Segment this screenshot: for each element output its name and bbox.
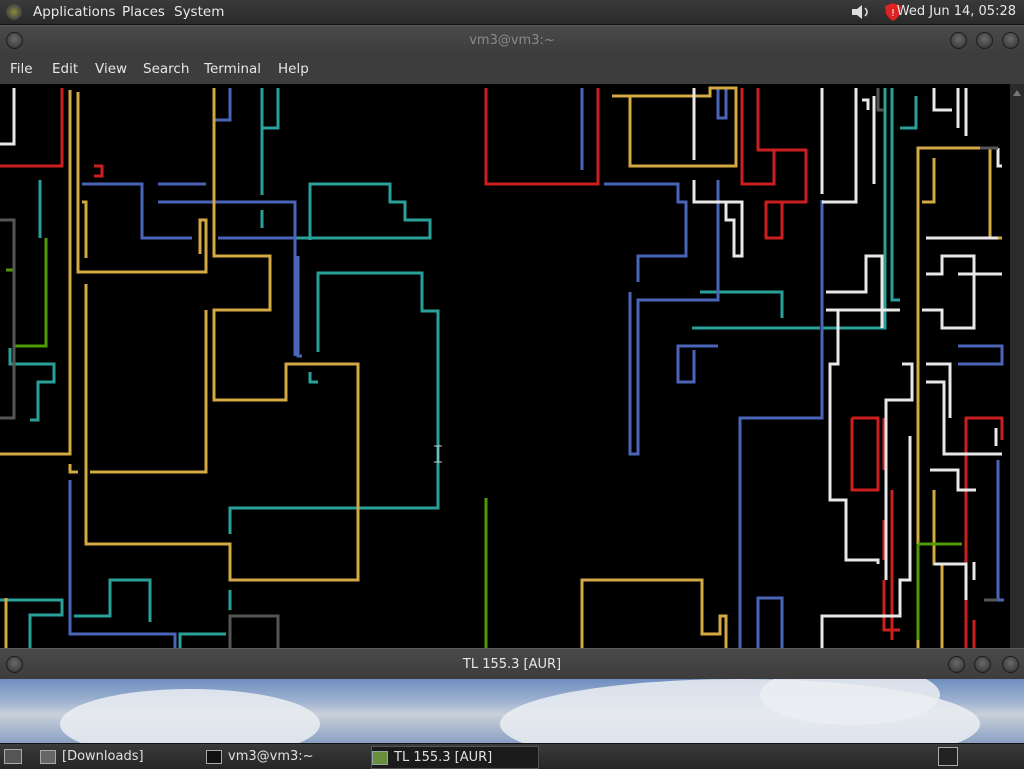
menu-system[interactable]: System <box>174 0 224 24</box>
minimize-button[interactable] <box>950 32 967 49</box>
workspace-switcher-icon[interactable] <box>938 747 958 766</box>
task-downloads-label: [Downloads] <box>62 749 144 764</box>
scroll-up-arrow-icon[interactable] <box>1013 90 1021 96</box>
second-close-button[interactable] <box>1002 656 1019 673</box>
blue-pipes <box>68 88 1004 648</box>
white-pipes <box>0 88 1002 648</box>
task-terminal-label: vm3@vm3:~ <box>228 749 314 764</box>
menu-places[interactable]: Places <box>122 0 165 24</box>
menu-edit[interactable]: Edit <box>52 54 78 84</box>
terminal-title: vm3@vm3:~ <box>469 33 555 48</box>
distro-logo-icon[interactable] <box>6 4 22 20</box>
terminal-scrollbar[interactable] <box>1010 84 1024 648</box>
top-panel: Applications Places System ! Wed Jun 14,… <box>0 0 1024 25</box>
menu-search[interactable]: Search <box>143 54 189 84</box>
teal-pipes <box>0 88 918 648</box>
volume-icon[interactable] <box>850 3 872 21</box>
second-maximize-button[interactable] <box>974 656 991 673</box>
svg-text:!: ! <box>891 8 895 19</box>
red-pipes <box>0 88 1004 648</box>
menu-view[interactable]: View <box>95 54 127 84</box>
menu-help[interactable]: Help <box>278 54 309 84</box>
folder-icon <box>40 749 56 764</box>
grey-pipes <box>0 88 998 648</box>
menu-terminal[interactable]: Terminal <box>204 54 261 84</box>
terminal-icon <box>206 749 222 764</box>
close-button[interactable] <box>1002 32 1019 49</box>
maximize-button[interactable] <box>976 32 993 49</box>
second-minimize-button[interactable] <box>948 656 965 673</box>
second-window-titlebar[interactable]: TL 155.3 [AUR] <box>0 648 1024 680</box>
task-downloads[interactable]: [Downloads] <box>40 746 200 767</box>
task-terminal[interactable]: vm3@vm3:~ <box>206 746 366 767</box>
menu-applications[interactable]: Applications <box>33 0 115 24</box>
second-window-title: TL 155.3 [AUR] <box>462 657 562 672</box>
show-desktop-icon[interactable] <box>4 749 22 764</box>
bottom-taskbar: [Downloads] vm3@vm3:~ TL 155.3 [AUR] <box>0 743 1024 769</box>
pipes-animation <box>0 86 1004 648</box>
yellow-pipes <box>0 86 1002 648</box>
clock[interactable]: Wed Jun 14, 05:28 <box>897 0 1016 24</box>
terminal-titlebar[interactable]: vm3@vm3:~ <box>0 25 1024 56</box>
text-cursor-icon <box>434 445 442 463</box>
menu-file[interactable]: File <box>10 54 33 84</box>
cloud-image <box>60 689 320 743</box>
terminal-output[interactable] <box>0 84 1010 648</box>
task-tl[interactable]: TL 155.3 [AUR] <box>371 746 539 769</box>
terminal-menubar: File Edit View Search Terminal Help <box>0 54 1024 84</box>
app-cube-icon <box>372 750 388 765</box>
second-window-content[interactable] <box>0 679 1024 743</box>
task-tl-label: TL 155.3 [AUR] <box>394 750 493 765</box>
